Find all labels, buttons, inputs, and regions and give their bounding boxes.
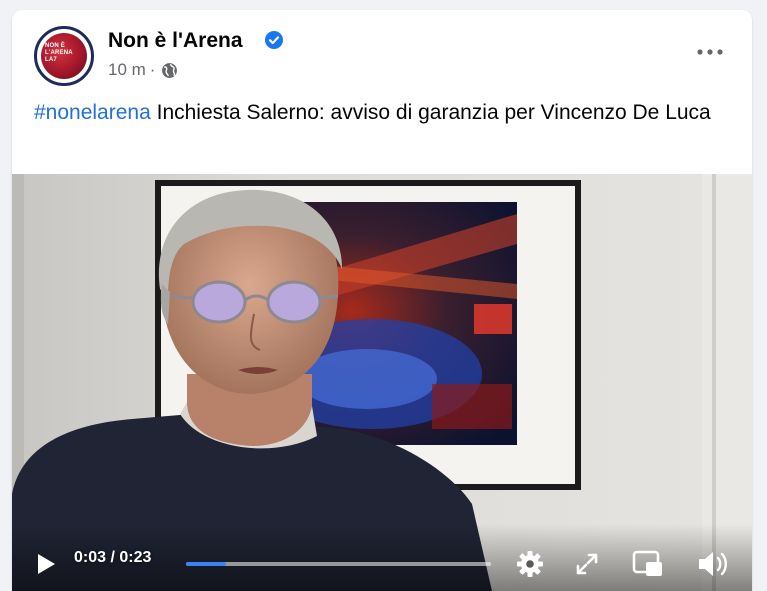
post-message: #nonelarena Inchiesta Salerno: avviso di…	[34, 98, 724, 128]
post-header: NON È L'ARENA LA7 Non è l'Arena 10 m ·	[12, 10, 752, 100]
post-card: NON È L'ARENA LA7 Non è l'Arena 10 m · #…	[12, 10, 752, 591]
gear-icon[interactable]	[515, 549, 545, 579]
progress-fill	[186, 562, 226, 566]
play-icon[interactable]	[36, 553, 56, 575]
post-meta: 10 m ·	[108, 60, 178, 80]
post-message-text: Inchiesta Salerno: avviso di garanzia pe…	[150, 101, 711, 124]
verified-badge-icon	[265, 31, 283, 49]
video-time: 0:03 / 0:23	[74, 549, 151, 567]
meta-separator: ·	[149, 60, 156, 79]
video-player[interactable]: 0:03 / 0:23	[12, 174, 752, 591]
picture-in-picture-icon[interactable]	[632, 549, 664, 579]
page-avatar[interactable]: NON È L'ARENA LA7	[34, 26, 94, 86]
globe-icon[interactable]	[161, 62, 178, 79]
video-frame	[12, 174, 752, 591]
current-time: 0:03	[74, 549, 107, 566]
page-name-link[interactable]: Non è l'Arena	[108, 29, 243, 53]
duration: 0:23	[119, 549, 152, 566]
time-separator: /	[106, 549, 120, 566]
expand-icon[interactable]	[575, 552, 599, 576]
video-controls: 0:03 / 0:23	[12, 535, 752, 591]
progress-bar[interactable]	[186, 562, 491, 566]
volume-icon[interactable]	[696, 549, 730, 579]
more-options-icon	[697, 49, 723, 55]
post-timestamp[interactable]: 10 m	[108, 60, 146, 80]
hashtag-link[interactable]: #nonelarena	[34, 101, 151, 124]
avatar-logo-text: NON È L'ARENA LA7	[45, 43, 73, 63]
more-options-button[interactable]	[694, 40, 726, 64]
